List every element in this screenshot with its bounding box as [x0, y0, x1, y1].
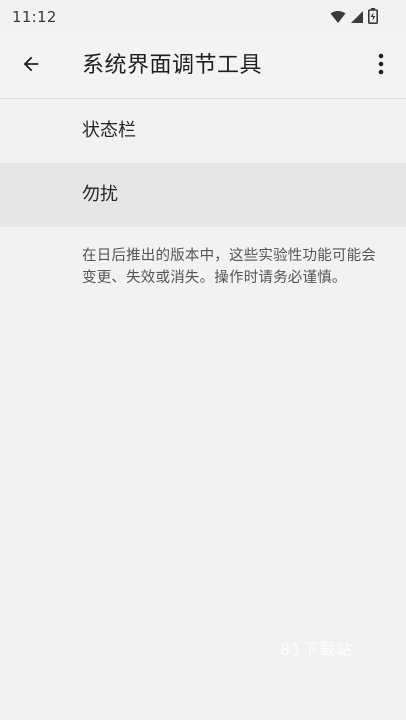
- status-bar: 11:12: [0, 0, 406, 34]
- status-icons: [330, 8, 378, 28]
- back-button[interactable]: [14, 50, 48, 82]
- signal-icon: [350, 9, 364, 28]
- list-item-do-not-disturb[interactable]: 勿扰: [0, 163, 406, 227]
- more-vert-icon: [378, 53, 384, 79]
- more-options-button[interactable]: [368, 50, 394, 82]
- settings-list: 状态栏 勿扰: [0, 99, 406, 227]
- arrow-left-icon: [20, 53, 42, 79]
- app-bar: 系统界面调节工具: [0, 34, 406, 99]
- page-title: 系统界面调节工具: [82, 53, 263, 78]
- status-time: 11:12: [12, 8, 57, 26]
- wifi-icon: [330, 9, 346, 28]
- list-item-label: 勿扰: [82, 184, 118, 205]
- list-item-label: 状态栏: [82, 120, 136, 141]
- watermark: 81下载站: [280, 640, 354, 659]
- battery-icon: [368, 8, 378, 28]
- list-item-status-bar[interactable]: 状态栏: [0, 99, 406, 163]
- experimental-warning-text: 在日后推出的版本中，这些实验性功能可能会变更、失效或消失。操作时请务必谨慎。: [82, 248, 376, 286]
